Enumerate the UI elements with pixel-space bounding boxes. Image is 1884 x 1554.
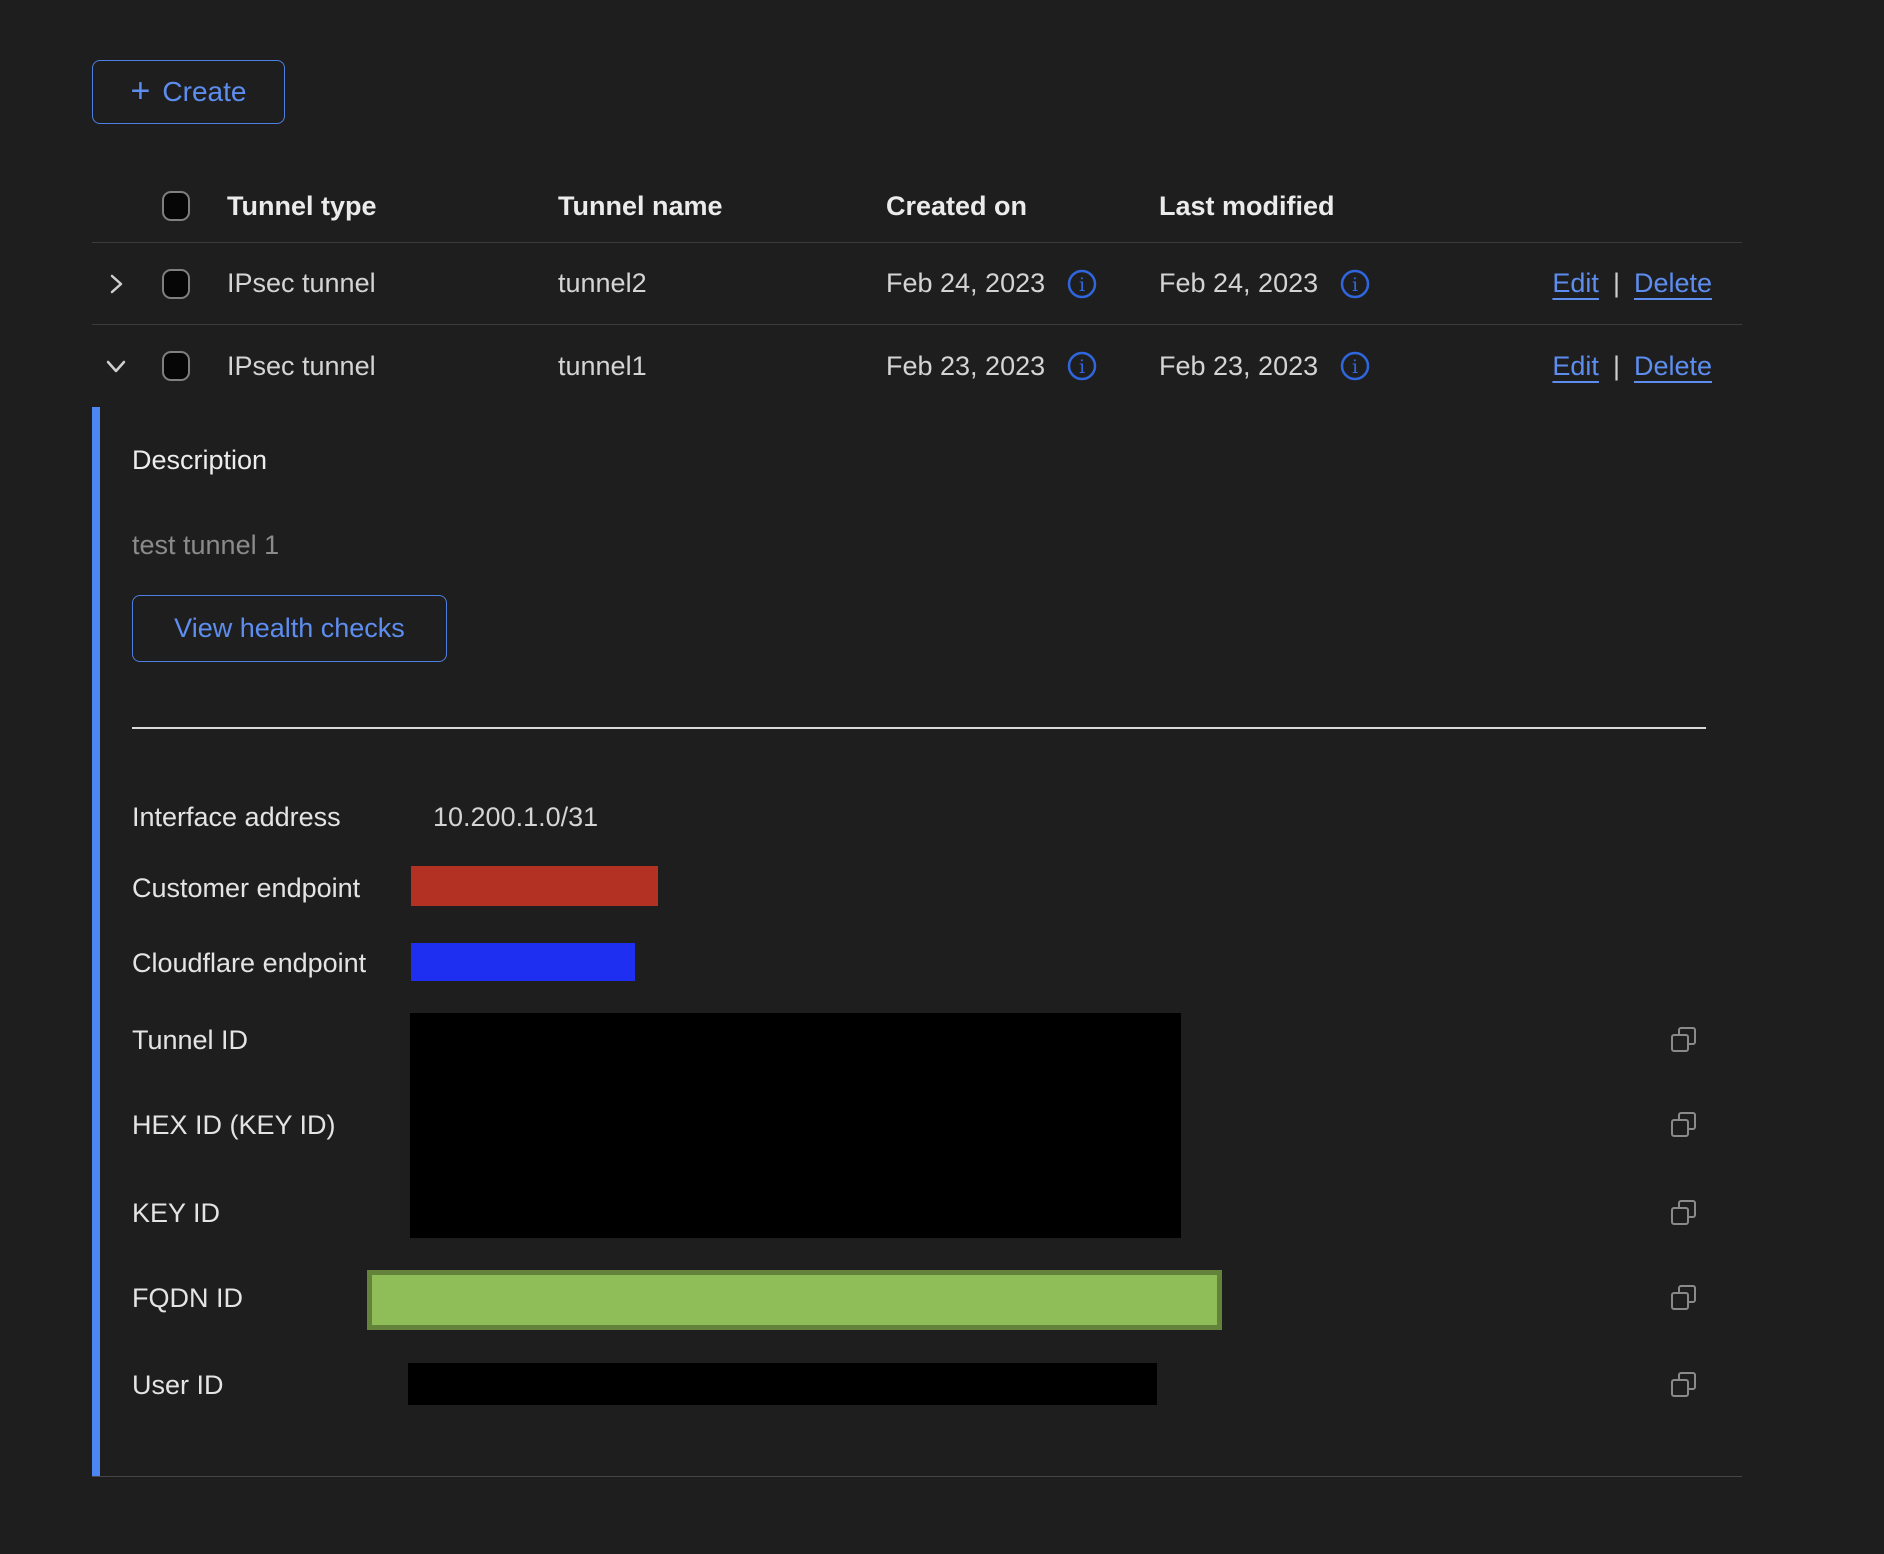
edit-link[interactable]: Edit [1552, 351, 1599, 382]
last-modified-cell: Feb 23, 2023 [1159, 351, 1318, 382]
table-header: Tunnel type Tunnel name Created on Last … [92, 170, 1742, 243]
description-value: test tunnel 1 [132, 528, 279, 562]
cloudflare-endpoint-redaction [411, 943, 635, 981]
copy-button-tunnel-id[interactable] [1667, 1023, 1701, 1057]
create-button-label: Create [162, 76, 246, 108]
chevron-down-icon[interactable] [104, 354, 128, 378]
created-on-cell: Feb 24, 2023 [886, 268, 1045, 299]
create-button[interactable]: + Create [92, 60, 285, 124]
section-divider [132, 727, 1706, 729]
copy-button-key-id[interactable] [1667, 1196, 1701, 1230]
view-health-checks-button[interactable]: View health checks [132, 595, 447, 662]
column-tunnel-type: Tunnel type [227, 191, 558, 222]
delete-link[interactable]: Delete [1634, 268, 1712, 299]
expansion-indicator-bar [92, 407, 100, 1476]
edit-link[interactable]: Edit [1552, 268, 1599, 299]
tunnel-type-cell: IPsec tunnel [227, 268, 558, 299]
tunnel-name-cell: tunnel2 [558, 268, 886, 299]
chevron-right-icon[interactable] [104, 272, 128, 296]
delete-link[interactable]: Delete [1634, 351, 1712, 382]
tunnel-type-cell: IPsec tunnel [227, 351, 558, 382]
last-modified-cell: Feb 24, 2023 [1159, 268, 1318, 299]
tunnel-id-label: Tunnel ID [132, 1023, 248, 1057]
info-icon[interactable]: i [1338, 267, 1372, 301]
copy-button-fqdn-id[interactable] [1667, 1281, 1701, 1315]
hex-id-label: HEX ID (KEY ID) [132, 1108, 336, 1142]
tunnels-table: Tunnel type Tunnel name Created on Last … [92, 170, 1742, 1477]
actions-separator: | [1613, 268, 1620, 299]
expanded-panel: Description test tunnel 1 View health ch… [92, 407, 1742, 1477]
table-row: IPsec tunnel tunnel2 Feb 24, 2023 i Feb … [92, 243, 1742, 325]
copy-button-user-id[interactable] [1667, 1368, 1701, 1402]
interface-address-value: 10.200.1.0/31 [433, 800, 598, 834]
svg-text:i: i [1352, 274, 1358, 296]
customer-endpoint-redaction [411, 866, 658, 906]
fqdn-id-label: FQDN ID [132, 1281, 243, 1315]
ids-redaction [410, 1013, 1181, 1238]
copy-icon [1669, 1025, 1699, 1055]
customer-endpoint-label: Customer endpoint [132, 871, 360, 905]
copy-icon [1669, 1198, 1699, 1228]
info-icon[interactable]: i [1065, 349, 1099, 383]
actions-separator: | [1613, 351, 1620, 382]
svg-text:i: i [1352, 356, 1358, 378]
row-checkbox[interactable] [162, 351, 190, 381]
copy-icon [1669, 1110, 1699, 1140]
copy-icon [1669, 1283, 1699, 1313]
copy-icon [1669, 1370, 1699, 1400]
user-id-label: User ID [132, 1368, 224, 1402]
copy-button-hex-id[interactable] [1667, 1108, 1701, 1142]
key-id-label: KEY ID [132, 1196, 220, 1230]
svg-text:i: i [1079, 356, 1085, 378]
column-last-modified: Last modified [1159, 191, 1432, 222]
cloudflare-endpoint-label: Cloudflare endpoint [132, 946, 366, 980]
table-row: IPsec tunnel tunnel1 Feb 23, 2023 i Feb … [92, 325, 1742, 407]
svg-text:i: i [1079, 274, 1085, 296]
info-icon[interactable]: i [1338, 349, 1372, 383]
tunnel-name-cell: tunnel1 [558, 351, 886, 382]
info-icon[interactable]: i [1065, 267, 1099, 301]
select-all-checkbox[interactable] [162, 191, 190, 221]
created-on-cell: Feb 23, 2023 [886, 351, 1045, 382]
user-id-redaction [408, 1363, 1157, 1405]
column-tunnel-name: Tunnel name [558, 191, 886, 222]
interface-address-label: Interface address [132, 800, 341, 834]
plus-icon: + [131, 74, 151, 108]
row-checkbox[interactable] [162, 269, 190, 299]
description-label: Description [132, 443, 267, 477]
fqdn-id-redaction [367, 1270, 1222, 1330]
column-created-on: Created on [886, 191, 1159, 222]
